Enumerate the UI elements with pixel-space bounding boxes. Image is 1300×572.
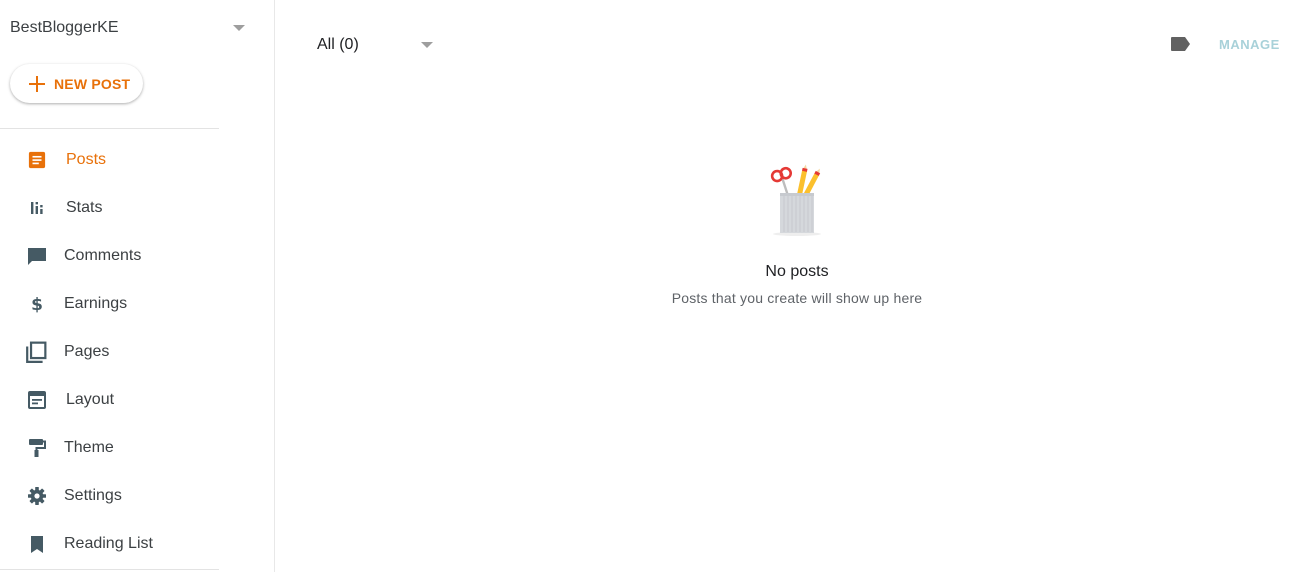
svg-text:$: $ xyxy=(31,295,43,314)
post-filter-dropdown[interactable]: All (0) xyxy=(317,34,447,56)
posts-icon xyxy=(28,151,46,169)
sidebar-item-pages[interactable]: Pages xyxy=(0,328,219,376)
sidebar-item-label: Pages xyxy=(64,343,110,360)
sidebar-item-label: Settings xyxy=(64,487,122,504)
sidebar-item-earnings[interactable]: $ Earnings xyxy=(0,280,219,328)
sidebar: BestBloggerKE NEW POST Posts Stats Comme… xyxy=(0,0,275,572)
sidebar-item-posts[interactable]: Posts xyxy=(0,136,219,184)
stats-icon xyxy=(31,202,43,214)
blogger-dashboard: BestBloggerKE NEW POST Posts Stats Comme… xyxy=(0,0,1300,572)
gear-icon xyxy=(28,487,46,505)
sidebar-nav: Posts Stats Comments $ Earnings Pages La… xyxy=(0,136,219,568)
sidebar-divider xyxy=(0,128,219,129)
empty-state-subtitle: Posts that you create will show up here xyxy=(671,290,923,306)
sidebar-item-label: Layout xyxy=(66,391,115,408)
empty-state: No posts Posts that you create will show… xyxy=(276,160,1300,306)
blog-selector[interactable]: BestBloggerKE xyxy=(0,0,260,56)
comment-icon xyxy=(28,248,46,265)
sidebar-item-label: Theme xyxy=(64,439,114,456)
sidebar-item-label: Comments xyxy=(64,247,142,264)
plus-icon xyxy=(29,75,45,92)
pages-icon xyxy=(26,341,47,363)
chevron-down-icon xyxy=(421,42,433,48)
sidebar-item-stats[interactable]: Stats xyxy=(0,184,219,232)
pencil-cup-icon xyxy=(770,164,821,236)
post-filter-value: All (0) xyxy=(317,36,359,53)
sidebar-item-settings[interactable]: Settings xyxy=(0,472,219,520)
sidebar-item-theme[interactable]: Theme xyxy=(0,424,219,472)
label-icon[interactable] xyxy=(1170,36,1192,52)
bookmark-icon xyxy=(31,536,43,553)
sidebar-item-label: Reading List xyxy=(64,535,153,552)
main-content: All (0) MANAGE No posts Posts that you c… xyxy=(276,0,1300,572)
sidebar-divider xyxy=(0,569,219,570)
new-post-button[interactable]: NEW POST xyxy=(10,64,143,103)
sidebar-item-label: Earnings xyxy=(64,295,128,312)
empty-state-title: No posts xyxy=(765,263,829,280)
sidebar-item-label: Stats xyxy=(66,199,103,216)
blog-name: BestBloggerKE xyxy=(10,19,119,36)
sidebar-item-layout[interactable]: Layout xyxy=(0,376,219,424)
layout-icon xyxy=(28,391,46,409)
sidebar-item-comments[interactable]: Comments xyxy=(0,232,219,280)
new-post-label: NEW POST xyxy=(54,75,131,92)
sidebar-item-reading-list[interactable]: Reading List xyxy=(0,520,219,568)
paint-roller-icon xyxy=(29,439,46,457)
chevron-down-icon xyxy=(233,25,245,31)
sidebar-item-label: Posts xyxy=(66,151,107,168)
manage-button[interactable]: MANAGE xyxy=(1219,37,1280,52)
dollar-icon: $ xyxy=(31,295,43,314)
